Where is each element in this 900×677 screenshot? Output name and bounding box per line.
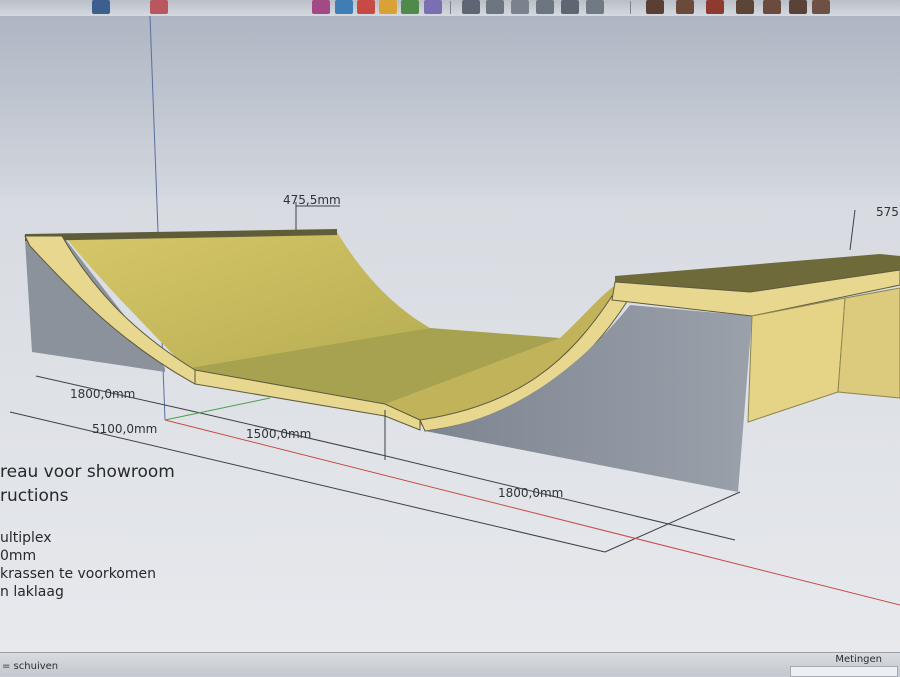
dim-label-flat: 1500,0mm <box>246 427 311 441</box>
note-line-2: 0mm <box>0 548 37 564</box>
dim-label-coping: 475,5mm <box>283 193 341 207</box>
right-view-icon[interactable] <box>561 0 579 14</box>
model-canvas[interactable]: 475,5mm 575 1800,0mm 5100,0mm 1500,0mm 1… <box>0 15 900 652</box>
top-view-icon[interactable] <box>511 0 529 14</box>
select-icon[interactable] <box>92 0 110 14</box>
pushpull-icon[interactable] <box>401 0 419 14</box>
xray-icon[interactable] <box>676 0 694 14</box>
texture-icon[interactable] <box>646 0 664 14</box>
toolbar-separator <box>630 1 631 14</box>
status-bar: = schuiven Metingen <box>0 652 900 677</box>
style-icon[interactable] <box>789 0 807 14</box>
note-title-line1: reau voor showroom <box>0 462 175 482</box>
offset-icon[interactable] <box>424 0 442 14</box>
note-line-1: ultiplex <box>0 530 52 546</box>
note-title-line2: ructions <box>0 486 69 506</box>
status-hint: = schuiven <box>2 661 59 672</box>
measurements-input[interactable] <box>790 666 898 677</box>
shaded-icon[interactable] <box>586 0 604 14</box>
sky <box>0 16 900 196</box>
wireframe-icon[interactable] <box>706 0 724 14</box>
measurements-label: Metingen <box>835 654 882 665</box>
note-line-3: krassen te voorkomen <box>0 566 156 582</box>
scale-icon[interactable] <box>379 0 397 14</box>
style-icon[interactable] <box>763 0 781 14</box>
front-view-icon[interactable] <box>536 0 554 14</box>
standard-view-icon[interactable] <box>462 0 480 14</box>
right-support-side <box>837 287 900 399</box>
move-icon[interactable] <box>335 0 353 14</box>
rotate-icon[interactable] <box>357 0 375 14</box>
dim-label-transition-left: 1800,0mm <box>70 387 135 401</box>
eraser-icon[interactable] <box>150 0 168 14</box>
style-icon[interactable] <box>812 0 830 14</box>
note-line-4: n laklaag <box>0 584 64 600</box>
dim-label-total: 5100,0mm <box>92 422 157 436</box>
style-icon[interactable] <box>736 0 754 14</box>
main-toolbar <box>0 0 900 17</box>
dim-label-deck-height: 575 <box>876 205 899 219</box>
paint-icon[interactable] <box>312 0 330 14</box>
iso-view-icon[interactable] <box>486 0 504 14</box>
model-viewport[interactable]: 475,5mm 575 1800,0mm 5100,0mm 1500,0mm 1… <box>0 15 900 652</box>
dim-label-transition-right: 1800,0mm <box>498 486 563 500</box>
toolbar-separator <box>450 1 451 14</box>
